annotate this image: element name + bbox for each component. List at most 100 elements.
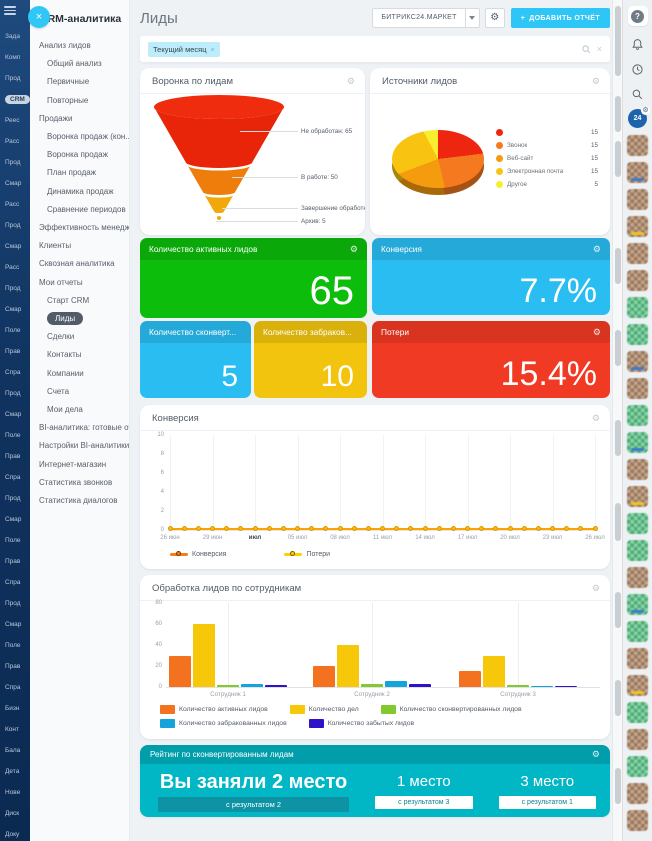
kpi-gear-icon[interactable]: ⚙ <box>593 328 601 337</box>
kpi-gear-icon[interactable]: ⚙ <box>350 245 358 254</box>
legend-item[interactable]: Потери <box>284 551 330 558</box>
user-avatar[interactable] <box>627 270 648 291</box>
scrollbar-thumb[interactable] <box>615 96 621 132</box>
bar[interactable] <box>531 686 553 688</box>
pie-legend-row[interactable]: 15 <box>496 126 598 139</box>
sidebar-item[interactable]: Лиды <box>30 310 129 328</box>
sidebar-item[interactable]: Мои дела <box>30 401 129 419</box>
bitrix24-messenger-badge[interactable]: 24 ⚙ <box>628 109 647 128</box>
rail-item[interactable]: Спра <box>0 362 30 383</box>
sidebar-item[interactable]: Статистика диалогов <box>30 492 129 510</box>
legend-item[interactable]: Количество дел <box>290 705 359 714</box>
kpi-loss[interactable]: Потери ⚙ 15.4% <box>372 321 610 398</box>
user-avatar[interactable] <box>627 648 648 669</box>
rail-item[interactable]: Прав <box>0 656 30 677</box>
user-avatar[interactable] <box>627 810 648 831</box>
scrollbar-thumb[interactable] <box>615 503 621 541</box>
kpi-conversion[interactable]: Конверсия ⚙ 7.7% <box>372 238 610 315</box>
clear-search-icon[interactable]: × <box>597 44 602 54</box>
user-avatar[interactable] <box>627 216 648 237</box>
user-avatar[interactable] <box>627 243 648 264</box>
rail-item[interactable]: Смар <box>0 299 30 320</box>
bar[interactable] <box>241 684 263 687</box>
filter-tag-current-month[interactable]: Текущий месяц × <box>148 42 220 57</box>
bar[interactable] <box>217 685 239 687</box>
sidebar-item[interactable]: Воронка продаж <box>30 146 129 164</box>
rail-item[interactable]: Прод <box>0 278 30 299</box>
user-avatar[interactable] <box>627 135 648 156</box>
bar[interactable] <box>313 666 335 687</box>
sidebar-item[interactable]: Сделки <box>30 328 129 346</box>
rail-item[interactable]: Прод <box>0 152 30 173</box>
add-report-button[interactable]: + ДОБАВИТЬ ОТЧЁТ <box>511 8 610 28</box>
rail-item[interactable]: Прод <box>0 215 30 236</box>
rail-item[interactable]: Комп <box>0 47 30 68</box>
bar[interactable] <box>555 686 577 688</box>
pie-legend-row[interactable]: Другое5 <box>496 178 598 191</box>
sidebar-item[interactable]: Анализ лидов <box>30 37 129 55</box>
rail-item[interactable]: Поле <box>0 320 30 341</box>
group-avatar[interactable] <box>627 756 648 777</box>
legend-item[interactable]: Количество активных лидов <box>160 705 268 714</box>
rail-item[interactable]: Прод <box>0 593 30 614</box>
user-avatar[interactable] <box>627 729 648 750</box>
rail-item[interactable]: Спра <box>0 572 30 593</box>
legend-item[interactable]: Конверсия <box>170 551 226 558</box>
user-avatar[interactable] <box>627 567 648 588</box>
kpi-rejected-leads[interactable]: Количество забраков... 10 <box>254 321 367 398</box>
sidebar-item[interactable]: Старт CRM <box>30 292 129 310</box>
bar[interactable] <box>459 671 481 687</box>
sidebar-item[interactable]: BI-аналитика: готовые от... <box>30 419 129 437</box>
sidebar-item[interactable]: Сравнение периодов <box>30 201 129 219</box>
user-avatar[interactable] <box>627 162 648 183</box>
sidebar-item[interactable]: Повторные <box>30 92 129 110</box>
sidebar-item[interactable]: Первичные <box>30 73 129 91</box>
rail-item[interactable]: Диск <box>0 803 30 824</box>
sidebar-item[interactable]: Общий анализ <box>30 55 129 73</box>
sidebar-item[interactable]: Настройки BI-аналитики <box>30 437 129 455</box>
scrollbar-thumb[interactable] <box>615 330 621 366</box>
sidebar-item[interactable]: Клиенты <box>30 237 129 255</box>
rail-item[interactable]: Смар <box>0 404 30 425</box>
group-avatar[interactable] <box>627 702 648 723</box>
market-dropdown-caret[interactable] <box>465 9 479 27</box>
group-avatar[interactable] <box>627 621 648 642</box>
group-avatar[interactable] <box>627 297 648 318</box>
rail-item[interactable]: Прав <box>0 551 30 572</box>
rail-item[interactable]: Расс <box>0 194 30 215</box>
rail-item[interactable]: Прав <box>0 341 30 362</box>
rail-item[interactable]: Поле <box>0 425 30 446</box>
widget-gear-icon[interactable]: ⚙ <box>347 77 355 86</box>
filter-search-bar[interactable]: Текущий месяц × × <box>140 36 610 62</box>
rail-item[interactable]: Бала <box>0 740 30 761</box>
bar[interactable] <box>409 684 431 687</box>
bar[interactable] <box>385 681 407 687</box>
rail-item[interactable]: Зада <box>0 26 30 47</box>
scrollbar-thumb[interactable] <box>615 141 621 177</box>
scrollbar-thumb[interactable] <box>615 420 621 456</box>
filter-tag-remove-icon[interactable]: × <box>211 45 215 54</box>
scrollbar-thumb[interactable] <box>615 680 621 716</box>
bar[interactable] <box>265 685 287 687</box>
close-sidebar-button[interactable]: × <box>28 6 50 28</box>
kpi-converted-leads[interactable]: Количество сконверт... 5 <box>140 321 251 398</box>
rail-item[interactable]: Смар <box>0 509 30 530</box>
sidebar-item[interactable]: Эффективность менедже... <box>30 219 129 237</box>
group-avatar[interactable] <box>627 324 648 345</box>
sidebar-item[interactable]: Компании <box>30 365 129 383</box>
group-avatar[interactable] <box>627 405 648 426</box>
user-avatar[interactable] <box>627 378 648 399</box>
rail-item[interactable]: Смар <box>0 173 30 194</box>
menu-hamburger-icon[interactable] <box>4 6 16 15</box>
scrollbar-thumb[interactable] <box>615 248 621 284</box>
bar[interactable] <box>361 684 383 687</box>
pie-legend-row[interactable]: Электронная почта15 <box>496 165 598 178</box>
user-avatar[interactable] <box>627 351 648 372</box>
pie-legend-row[interactable]: Звонок15 <box>496 139 598 152</box>
search-icon[interactable] <box>628 84 648 104</box>
rail-item[interactable]: Спра <box>0 677 30 698</box>
bar[interactable] <box>193 624 215 687</box>
market-button[interactable]: БИТРИКС24.МАРКЕТ <box>372 8 479 28</box>
kpi-active-leads[interactable]: Количество активных лидов ⚙ 65 <box>140 238 367 318</box>
user-avatar[interactable] <box>627 783 648 804</box>
